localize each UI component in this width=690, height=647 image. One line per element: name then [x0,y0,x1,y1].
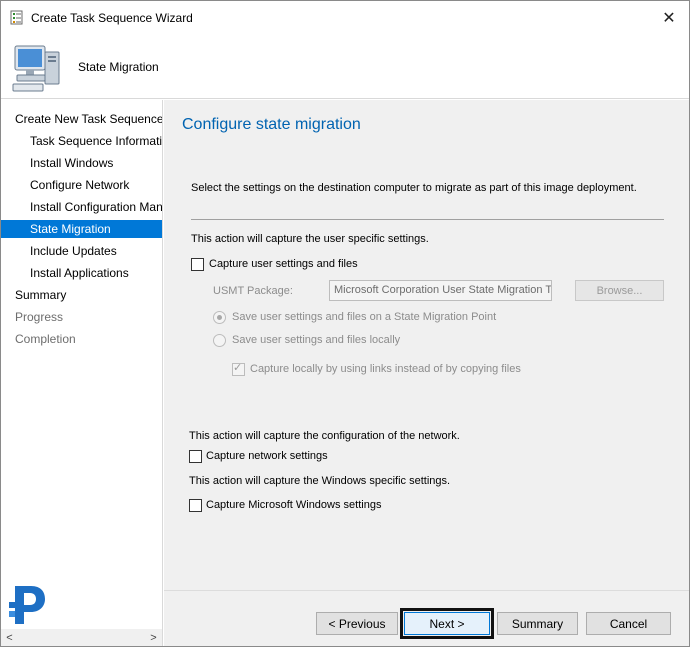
capture-windows-settings-label: Capture Microsoft Windows settings [206,499,382,511]
header-title: State Migration [78,60,159,74]
nav-item-task-sequence-information[interactable]: Task Sequence Information [30,132,162,150]
capture-user-settings-checkbox[interactable] [191,258,204,271]
windows-section-intro: This action will capture the Windows spe… [189,475,451,487]
capture-network-settings-checkbox[interactable] [189,450,202,463]
user-section-intro: This action will capture the user specif… [191,233,429,245]
capture-network-settings-label: Capture network settings [206,450,328,462]
browse-button[interactable]: Browse... [575,280,664,301]
capture-links-checkbox[interactable]: ✓ [232,362,245,376]
close-button[interactable]: ✕ [649,1,689,35]
title-bar: Create Task Sequence Wizard ✕ [1,1,689,35]
network-section-intro: This action will capture the configurati… [189,430,460,442]
previous-button[interactable]: < Previous [316,612,398,635]
wizard-window: Create Task Sequence Wizard ✕ State Migr… [0,0,690,647]
cancel-button[interactable]: Cancel [586,612,671,635]
nav-item-include-updates[interactable]: Include Updates [30,242,117,260]
brand-logo-icon [9,586,45,624]
save-locally-radio[interactable] [213,334,226,347]
nav-item-progress: Progress [15,310,64,324]
next-button[interactable]: Next > [400,608,494,639]
wizard-header: State Migration [1,35,689,99]
nav-item-summary[interactable]: Summary [15,286,66,304]
usmt-package-label: USMT Package: [213,285,293,297]
nav-item-install-configuration-manager[interactable]: Install Configuration Manager [30,198,162,216]
nav-item-state-migration[interactable]: State Migration [1,220,162,238]
content-panel: Configure state migration Select the set… [164,100,689,590]
nav-item-create-new-task-sequence[interactable]: Create New Task Sequence [15,110,162,128]
capture-user-settings-label: Capture user settings and files [209,258,358,270]
save-locally-label: Save user settings and files locally [232,334,401,346]
wizard-nav: Create New Task Sequence Task Sequence I… [1,100,163,646]
scroll-left-icon[interactable]: < [1,629,18,646]
close-icon: ✕ [662,10,676,27]
wizard-footer: < Previous Next > Summary Cancel [164,590,689,646]
divider [191,219,664,220]
scroll-right-icon[interactable]: > [145,629,162,646]
page-title: Configure state migration [182,116,361,133]
page-description: Select the settings on the destination c… [191,182,637,194]
nav-item-configure-network[interactable]: Configure Network [30,176,129,194]
usmt-package-field[interactable]: Microsoft Corporation User State Migrati… [329,280,552,301]
checkmark-icon: ✓ [233,362,243,374]
nav-horizontal-scrollbar[interactable]: < > [1,629,162,646]
nav-item-completion: Completion [15,332,76,346]
computer-icon [12,45,60,92]
nav-item-install-windows[interactable]: Install Windows [30,154,113,172]
window-title: Create Task Sequence Wizard [31,11,193,25]
state-migration-point-radio[interactable] [213,311,226,324]
task-sequence-icon [10,10,23,25]
summary-button[interactable]: Summary [497,612,578,635]
capture-links-label: Capture locally by using links instead o… [250,363,521,375]
capture-windows-settings-checkbox[interactable] [189,499,202,512]
state-migration-point-label: Save user settings and files on a State … [232,311,497,323]
nav-item-install-applications[interactable]: Install Applications [30,264,129,282]
